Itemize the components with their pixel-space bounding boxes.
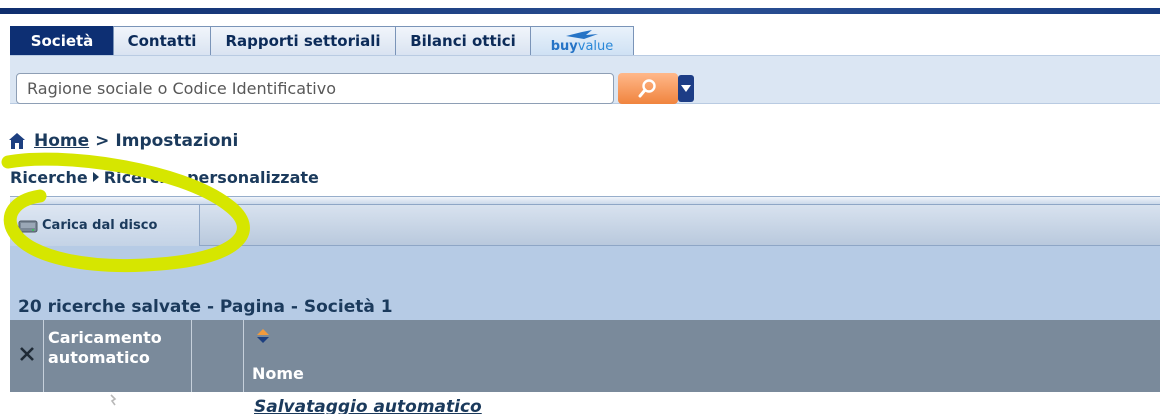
subnav-current: Ricerche personalizzate: [103, 167, 319, 187]
sub-breadcrumb: Ricerche Ricerche personalizzate: [10, 167, 319, 187]
name-column-header[interactable]: Nome: [244, 320, 1160, 392]
tab-bilanci-ottici[interactable]: Bilanci ottici: [395, 26, 531, 55]
auto-load-icon: [110, 394, 117, 406]
tab-rapporti-settoriali[interactable]: Rapporti settoriali: [210, 26, 396, 55]
delete-column-header: [10, 320, 44, 392]
tab-societa[interactable]: Società: [10, 26, 114, 55]
home-icon[interactable]: [8, 132, 26, 150]
search-icon: [638, 79, 656, 98]
chevron-down-icon: [681, 85, 691, 92]
breadcrumb-current: Impostazioni: [115, 131, 239, 151]
table-header: Caricamento automatico Nome: [10, 320, 1160, 392]
auto-load-column-header[interactable]: Caricamento automatico: [44, 320, 192, 392]
breadcrumb: Home > Impostazioni: [8, 130, 238, 152]
name-header-label: Nome: [252, 364, 304, 383]
load-from-disk-button[interactable]: Carica dal disco: [10, 205, 200, 246]
search-bar: [10, 55, 1160, 104]
top-accent-bar: [0, 0, 1160, 14]
search-button[interactable]: [618, 73, 678, 104]
load-from-disk-label: Carica dal disco: [42, 218, 158, 233]
breadcrumb-home-link[interactable]: Home: [34, 131, 89, 151]
table-row[interactable]: Salvataggio automatico: [10, 392, 1160, 414]
tab-contatti[interactable]: Contatti: [113, 26, 211, 55]
main-tabs: Società Contatti Rapporti settoriali Bil…: [10, 26, 634, 55]
buyvalue-logo-text: buyvalue: [550, 38, 614, 54]
search-input[interactable]: [17, 74, 613, 103]
tab-buyvalue-logo[interactable]: buyvalue: [530, 26, 634, 55]
arrow-right-icon: [92, 172, 99, 182]
search-box: [16, 73, 614, 104]
close-icon[interactable]: [19, 346, 35, 362]
toolbar-top-strip: [10, 196, 1160, 204]
buyvalue-logo-icon: [566, 29, 598, 39]
auto-load-header-line1: Caricamento: [48, 328, 162, 347]
disk-icon: [18, 220, 38, 232]
blank-column-header: [192, 320, 244, 392]
results-title: 20 ricerche salvate - Pagina - Società 1: [18, 297, 393, 317]
subnav-ricerche-link[interactable]: Ricerche: [10, 168, 88, 187]
sort-icon[interactable]: [256, 328, 270, 344]
saved-search-name-link[interactable]: Salvataggio automatico: [254, 397, 482, 414]
search-options-button[interactable]: [678, 75, 694, 102]
auto-load-header-line2: automatico: [48, 348, 150, 367]
toolbar: Carica dal disco: [10, 204, 1160, 246]
breadcrumb-separator: >: [95, 131, 110, 151]
